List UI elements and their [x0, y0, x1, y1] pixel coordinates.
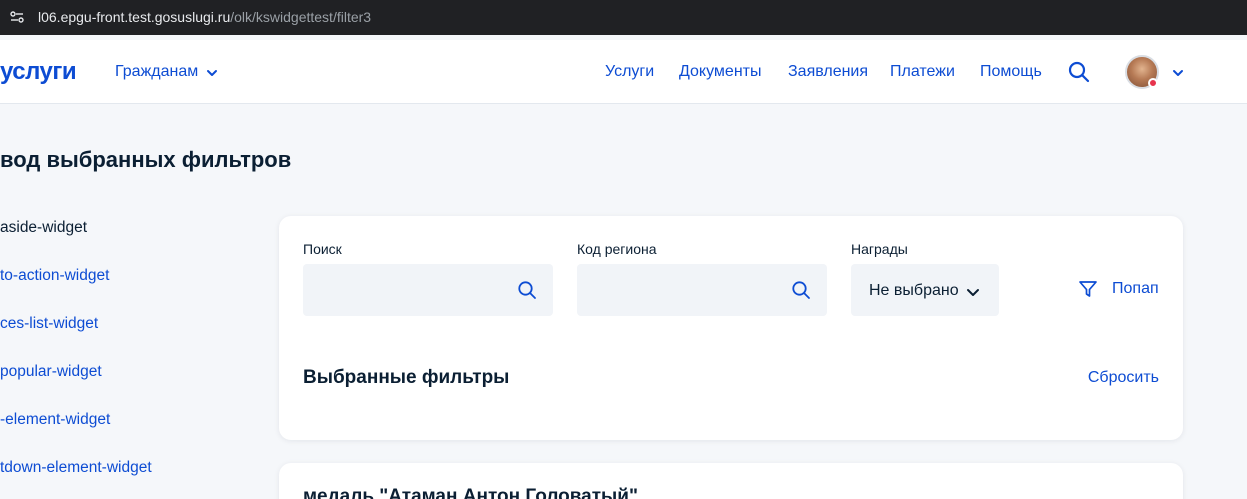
result-card-title: медаль "Атаман Антон Головатый"	[303, 486, 638, 499]
reset-button[interactable]: Сбросить	[1088, 369, 1159, 387]
browser-address-bar[interactable]: l06.epgu-front.test.gosuslugi.ru/olk/ksw…	[0, 0, 1247, 35]
chevron-down-icon	[967, 289, 979, 296]
selected-filters-title: Выбранные фильтры	[303, 367, 510, 388]
search-input[interactable]	[303, 264, 553, 316]
search-icon[interactable]	[791, 280, 811, 300]
result-card: медаль "Атаман Антон Головатый"	[279, 463, 1183, 499]
logo-text: услуги	[0, 58, 77, 85]
awards-select[interactable]: Не выбрано	[851, 264, 999, 316]
sidebar-item-element-widget[interactable]: -element-widget	[0, 411, 110, 429]
nav-payments[interactable]: Платежи	[890, 63, 955, 81]
awards-field-label: Награды	[851, 241, 908, 257]
sidebar-item-aside-widget[interactable]: aside-widget	[0, 219, 87, 237]
url-host: l06.epgu-front.test.gosuslugi.ru	[38, 9, 231, 25]
nav-help[interactable]: Помощь	[980, 63, 1042, 81]
sidebar-item-dropdown-element-widget[interactable]: tdown-element-widget	[0, 459, 152, 477]
sidebar-item-to-action-widget[interactable]: to-action-widget	[0, 267, 109, 285]
search-field-label: Поиск	[303, 241, 342, 257]
chevron-down-icon[interactable]	[1171, 66, 1185, 80]
popup-filter-button[interactable]: Попап	[1078, 278, 1168, 300]
sidebar-item-ces-list-widget[interactable]: ces-list-widget	[0, 315, 98, 333]
nav-services[interactable]: Услуги	[605, 63, 654, 81]
url-text[interactable]: l06.epgu-front.test.gosuslugi.ru/olk/ksw…	[38, 9, 371, 25]
nav-documents[interactable]: Документы	[679, 63, 761, 81]
site-header: гуслуги Гражданам Услуги Документы Заявл…	[0, 40, 1247, 104]
awards-select-value: Не выбрано	[869, 282, 959, 299]
popup-label: Попап	[1112, 280, 1159, 297]
citizens-menu[interactable]: Гражданам	[115, 63, 198, 81]
region-code-input[interactable]	[577, 264, 827, 316]
search-icon[interactable]	[517, 280, 537, 300]
sidebar-item-popular-widget[interactable]: popular-widget	[0, 363, 102, 381]
filters-card: Поиск Код региона Награды Не выбрано Поп…	[279, 216, 1183, 440]
search-icon[interactable]	[1067, 60, 1091, 84]
url-path: /olk/kswidgettest/filter3	[230, 9, 372, 25]
notification-dot	[1148, 78, 1158, 88]
chevron-down-icon[interactable]	[205, 66, 219, 80]
site-settings-icon[interactable]	[9, 9, 25, 25]
nav-applications[interactable]: Заявления	[788, 63, 868, 81]
page-title: вод выбранных фильтров	[0, 147, 292, 172]
filter-icon	[1079, 281, 1097, 297]
region-field-label: Код региона	[577, 241, 657, 257]
gosuslugi-logo[interactable]: гуслуги	[0, 58, 77, 86]
